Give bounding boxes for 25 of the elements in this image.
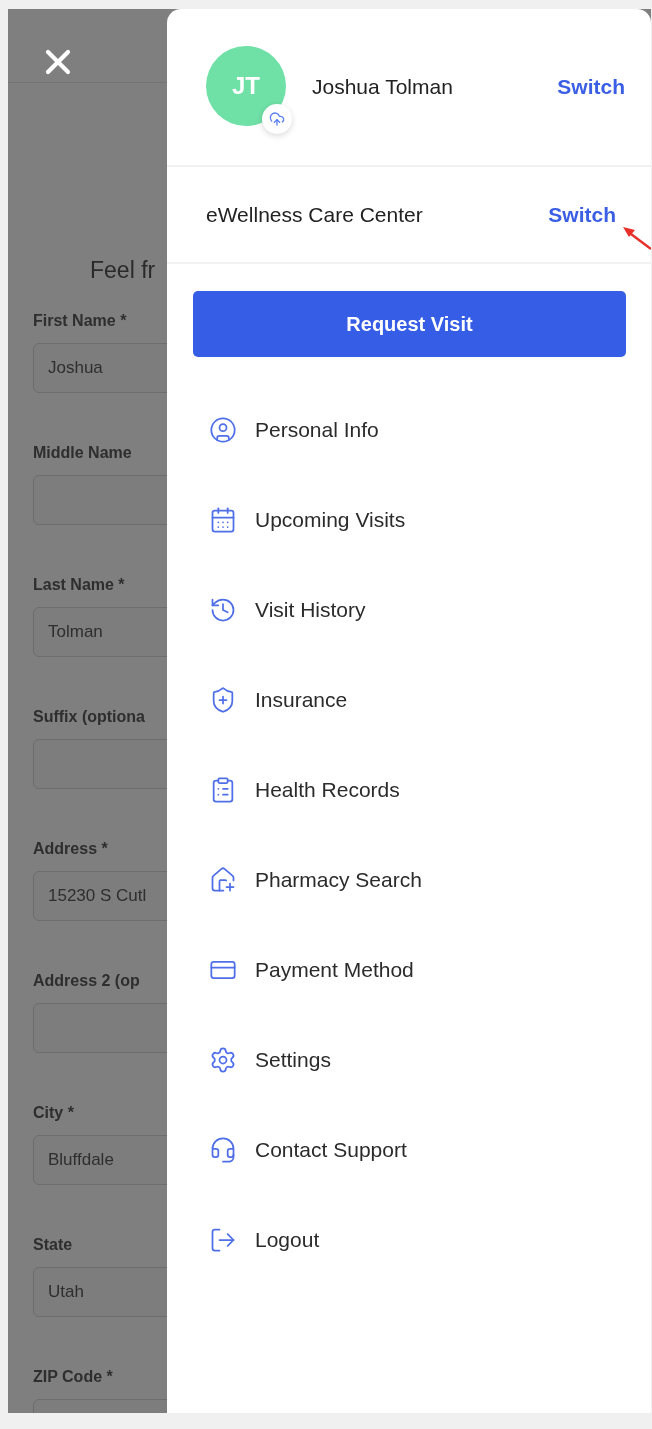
menu-item[interactable]: Visit History xyxy=(167,565,651,655)
menu-item[interactable]: Settings xyxy=(167,1015,651,1105)
menu-item[interactable]: Logout xyxy=(167,1195,651,1285)
menu-item[interactable]: Payment Method xyxy=(167,925,651,1015)
profile-name: Joshua Tolman xyxy=(312,75,454,99)
menu-item[interactable]: Health Records xyxy=(167,745,651,835)
switch-link[interactable]: Switch xyxy=(557,75,625,99)
menu-item[interactable]: Upcoming Visits xyxy=(167,475,651,565)
menu-item[interactable]: Pharmacy Search xyxy=(167,835,651,925)
request-visit-button[interactable]: Request Visit xyxy=(193,291,626,357)
field-label: Last Name * xyxy=(33,575,126,595)
organization-name: eWellness Care Center xyxy=(206,202,424,227)
field-label: State xyxy=(33,1235,74,1255)
field-label: Address 2 (op xyxy=(33,971,141,991)
form-heading: Feel fr xyxy=(90,256,157,285)
switch-link[interactable]: Switch xyxy=(548,202,616,227)
field-label: First Name * xyxy=(33,311,128,331)
menu-item[interactable]: Personal Info xyxy=(167,385,651,475)
menu-item[interactable]: Insurance xyxy=(167,655,651,745)
field-label: ZIP Code * xyxy=(33,1367,114,1387)
field-label: Middle Name xyxy=(33,443,133,463)
field-label: Address * xyxy=(33,839,109,859)
menu-item[interactable]: Contact Support xyxy=(167,1105,651,1195)
field-label: Suffix (optiona xyxy=(33,707,146,727)
field-label: City * xyxy=(33,1103,75,1123)
